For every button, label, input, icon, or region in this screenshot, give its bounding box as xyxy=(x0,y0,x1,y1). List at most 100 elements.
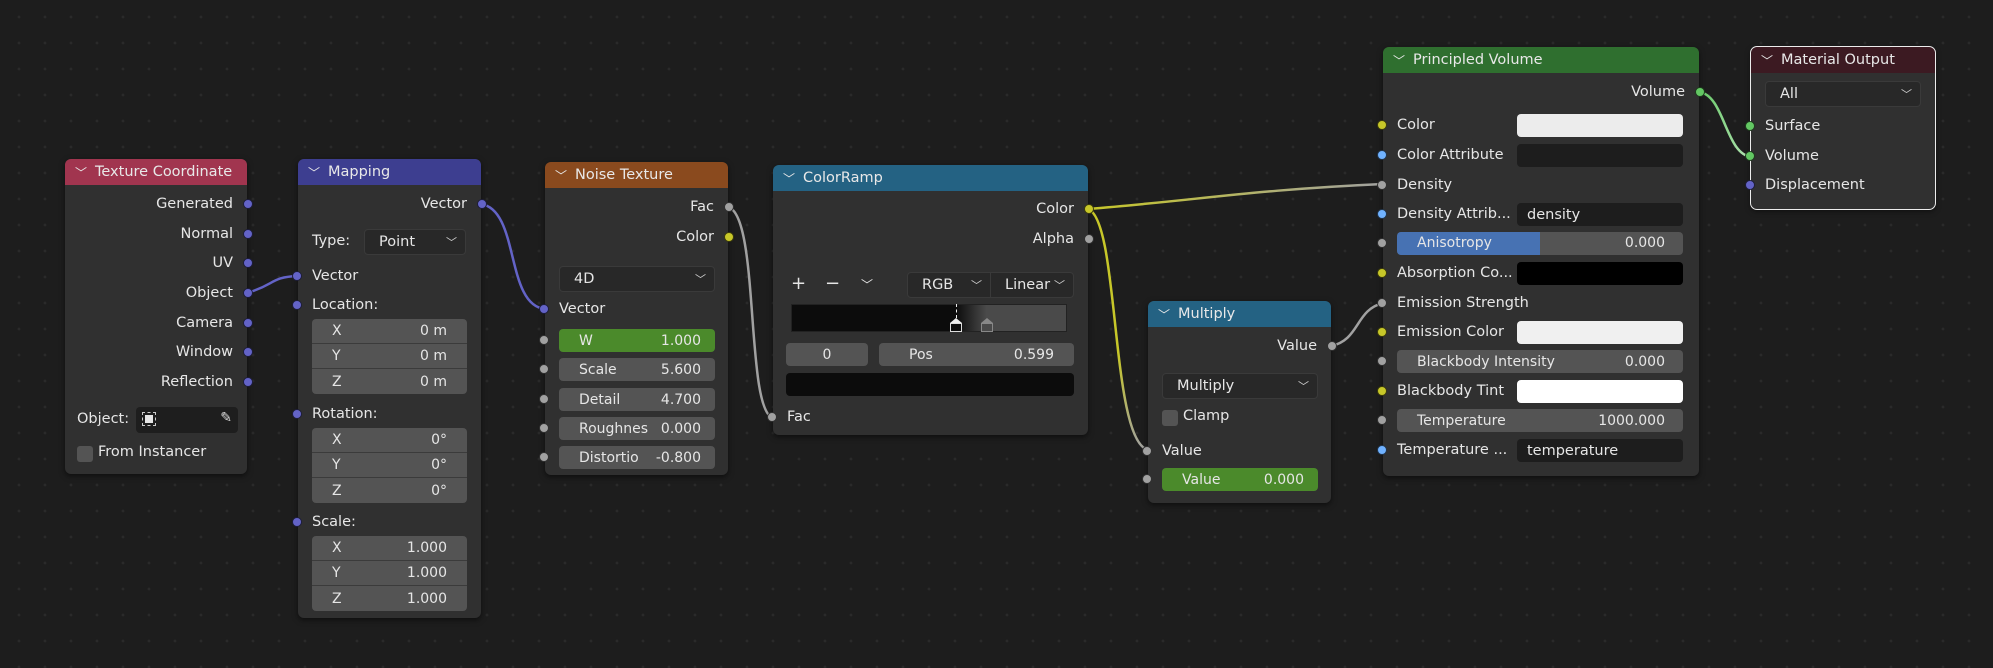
roughness-field[interactable]: Roughnes 0.000 xyxy=(559,417,715,440)
float-socket-icon[interactable] xyxy=(767,412,777,422)
float-socket-icon[interactable] xyxy=(1142,446,1152,456)
temperature-attribute-field[interactable]: temperature xyxy=(1517,439,1683,462)
blackbody-tint-swatch[interactable] xyxy=(1517,380,1683,403)
dimensions-dropdown[interactable]: 4D ﹀ xyxy=(559,266,715,292)
eyedropper-icon[interactable]: ✎ xyxy=(220,410,232,426)
density-attribute-field[interactable]: density xyxy=(1517,203,1683,226)
mapping-node[interactable]: ﹀ Mapping Vector Type: Point ﹀ Vector Loc… xyxy=(292,159,487,618)
float-socket-icon[interactable] xyxy=(1327,341,1337,351)
collapse-chevron-icon[interactable]: ﹀ xyxy=(555,167,569,184)
from-instancer-checkbox[interactable] xyxy=(77,446,93,462)
color-stop-handle[interactable] xyxy=(980,318,993,332)
rotation-y-field[interactable]: Y 0° xyxy=(312,453,467,478)
color-stop-handle[interactable] xyxy=(950,318,963,332)
collapse-chevron-icon[interactable]: ﹀ xyxy=(1393,52,1407,69)
shader-socket-icon[interactable] xyxy=(1695,87,1705,97)
float-socket-icon[interactable] xyxy=(539,423,549,433)
float-socket-icon[interactable] xyxy=(539,335,549,345)
scale-x-field[interactable]: X 1.000 xyxy=(312,536,467,561)
vector-socket-icon[interactable] xyxy=(292,271,302,281)
interpolation-dropdown[interactable]: Linear ﹀ xyxy=(990,272,1074,298)
float-socket-icon[interactable] xyxy=(724,202,734,212)
scale-z-field[interactable]: Z 1.000 xyxy=(312,586,467,611)
color-socket-icon[interactable] xyxy=(1377,120,1387,130)
principled-volume-node[interactable]: ﹀ Principled Volume Volume Color Color A… xyxy=(1377,47,1705,476)
collapse-chevron-icon[interactable]: ﹀ xyxy=(783,170,797,187)
vector-socket-icon[interactable] xyxy=(243,288,253,298)
texture-coordinate-node[interactable]: ﹀ Texture Coordinate Generated Normal UV… xyxy=(65,159,253,474)
material-output-node[interactable]: ﹀ Material Output All ﹀ Surface Volume Di… xyxy=(1745,46,1936,210)
location-z-field[interactable]: Z0 m xyxy=(312,369,467,394)
multiply-header[interactable]: ﹀ Multiply xyxy=(1148,301,1331,327)
string-socket-icon[interactable] xyxy=(1377,150,1387,160)
ramp-menu-button[interactable]: ﹀ xyxy=(861,276,873,293)
vector-socket-icon[interactable] xyxy=(292,300,302,310)
color-socket-icon[interactable] xyxy=(1377,268,1387,278)
float-socket-icon[interactable] xyxy=(539,452,549,462)
remove-stop-button[interactable]: − xyxy=(825,273,840,294)
color-swatch[interactable] xyxy=(1517,114,1683,137)
type-dropdown[interactable]: Point ﹀ xyxy=(364,229,466,255)
noise-texture-header[interactable]: ﹀ Noise Texture xyxy=(545,162,728,188)
active-stop-index-field[interactable]: 0 xyxy=(786,343,868,366)
location-x-field[interactable]: X0 m xyxy=(312,319,467,344)
float-socket-icon[interactable] xyxy=(1377,356,1387,366)
vector-socket-icon[interactable] xyxy=(243,347,253,357)
blackbody-intensity-field[interactable]: Blackbody Intensity 0.000 xyxy=(1397,350,1683,373)
emission-color-swatch[interactable] xyxy=(1517,321,1683,344)
shader-socket-icon[interactable] xyxy=(1745,151,1755,161)
rotation-x-field[interactable]: X 0° xyxy=(312,428,467,453)
colorramp-header[interactable]: ﹀ ColorRamp xyxy=(773,165,1088,191)
float-socket-icon[interactable] xyxy=(1377,180,1387,190)
vector-socket-icon[interactable] xyxy=(292,409,302,419)
scale-field[interactable]: Scale 5.600 xyxy=(559,358,715,381)
target-dropdown[interactable]: All ﹀ xyxy=(1765,81,1921,107)
vector-socket-icon[interactable] xyxy=(243,377,253,387)
stop-color-swatch[interactable] xyxy=(786,373,1074,396)
collapse-chevron-icon[interactable]: ﹀ xyxy=(1761,52,1775,69)
absorption-color-swatch[interactable] xyxy=(1517,262,1683,285)
colorramp-node[interactable]: ﹀ ColorRamp Color Alpha + − ﹀ RGB ﹀ Linea… xyxy=(767,165,1094,435)
float-socket-icon[interactable] xyxy=(1142,474,1152,484)
float-socket-icon[interactable] xyxy=(1084,234,1094,244)
vector-socket-icon[interactable] xyxy=(243,199,253,209)
material-output-header[interactable]: ﹀ Material Output xyxy=(1751,47,1935,73)
scale-y-field[interactable]: Y 1.000 xyxy=(312,561,467,586)
float-socket-icon[interactable] xyxy=(1377,415,1387,425)
temperature-field[interactable]: Temperature 1000.000 xyxy=(1397,409,1683,432)
location-y-field[interactable]: Y0 m xyxy=(312,344,467,369)
object-field[interactable]: ✎ xyxy=(136,407,238,433)
collapse-chevron-icon[interactable]: ﹀ xyxy=(308,164,322,181)
texture-coordinate-header[interactable]: ﹀ Texture Coordinate xyxy=(65,159,247,185)
operation-dropdown[interactable]: Multiply ﹀ xyxy=(1162,373,1318,399)
multiply-node[interactable]: ﹀ Multiply Value Multiply ﹀ Clamp Value V… xyxy=(1142,301,1337,503)
vector-socket-icon[interactable] xyxy=(477,199,487,209)
anisotropy-slider[interactable]: Anisotropy 0.000 xyxy=(1397,232,1683,255)
float-socket-icon[interactable] xyxy=(1377,238,1387,248)
clamp-checkbox[interactable] xyxy=(1162,410,1178,426)
vector-socket-icon[interactable] xyxy=(539,304,549,314)
vector-socket-icon[interactable] xyxy=(243,258,253,268)
color-attribute-field[interactable] xyxy=(1517,144,1683,167)
value-field[interactable]: Value 0.000 xyxy=(1162,468,1318,491)
float-socket-icon[interactable] xyxy=(1377,298,1387,308)
color-socket-icon[interactable] xyxy=(1377,386,1387,396)
add-stop-button[interactable]: + xyxy=(791,273,806,294)
distortion-field[interactable]: Distortio -0.800 xyxy=(559,446,715,469)
mapping-header[interactable]: ﹀ Mapping xyxy=(298,159,481,185)
noise-texture-node[interactable]: ﹀ Noise Texture Fac Color 4D ﹀ Vector W 1.… xyxy=(539,162,734,475)
shader-socket-icon[interactable] xyxy=(1745,121,1755,131)
color-socket-icon[interactable] xyxy=(724,232,734,242)
collapse-chevron-icon[interactable]: ﹀ xyxy=(75,164,89,181)
string-socket-icon[interactable] xyxy=(1377,445,1387,455)
color-socket-icon[interactable] xyxy=(1084,204,1094,214)
string-socket-icon[interactable] xyxy=(1377,209,1387,219)
rotation-z-field[interactable]: Z 0° xyxy=(312,478,467,503)
float-socket-icon[interactable] xyxy=(539,364,549,374)
color-mode-dropdown[interactable]: RGB ﹀ xyxy=(907,272,991,298)
vector-socket-icon[interactable] xyxy=(292,517,302,527)
float-socket-icon[interactable] xyxy=(539,394,549,404)
principled-volume-header[interactable]: ﹀ Principled Volume xyxy=(1383,47,1699,73)
stop-position-field[interactable]: Pos 0.599 xyxy=(879,343,1074,366)
color-socket-icon[interactable] xyxy=(1377,327,1387,337)
